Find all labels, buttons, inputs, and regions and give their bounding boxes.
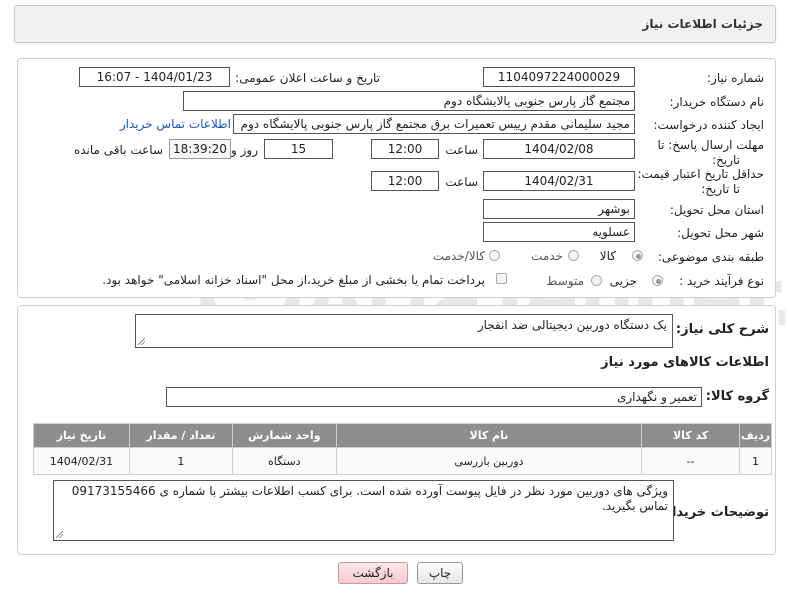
- resize-handle-icon: [138, 338, 145, 345]
- announce-date-field: 1404/01/23 - 16:07: [79, 67, 230, 87]
- cell-name: دوربین بازرسی: [335, 447, 643, 475]
- description-label: شرح کلی نیاز:: [675, 322, 769, 337]
- category-option-goods: کالا: [599, 249, 616, 263]
- back-button[interactable]: بازگشت: [338, 562, 408, 584]
- col-header-need-date: تاریخ نیاز: [33, 423, 130, 448]
- province-label: استان محل تحویل:: [669, 203, 764, 217]
- price-validity-label-2: تا تاریخ:: [701, 182, 740, 196]
- col-header-code: کد کالا: [641, 423, 741, 448]
- reply-time-label: ساعت: [445, 143, 478, 157]
- days-label: روز و: [231, 143, 258, 157]
- category-option-goods-service: کالا/خدمت: [432, 249, 485, 263]
- price-validity-label: حداقل تاریخ اعتبار قیمت:: [637, 167, 764, 181]
- cell-code: --: [641, 447, 741, 475]
- table-row: 1 -- دوربین بازرسی دستگاه 1 1404/02/31: [33, 447, 772, 475]
- cell-need-date: 1404/02/31: [33, 447, 130, 475]
- buyer-org-field: مجتمع گاز پارس جنوبی پالایشگاه دوم: [183, 91, 635, 111]
- days-remaining-field: 15: [264, 139, 333, 159]
- announce-date-label: تاریخ و ساعت اعلان عمومی:: [235, 71, 380, 85]
- category-option-service: خدمت: [531, 249, 563, 263]
- process-radio-minor[interactable]: [652, 275, 663, 286]
- buyer-notes-field: ویژگی های دوربین مورد نظر در فایل پیوست …: [53, 480, 674, 541]
- price-time-label: ساعت: [445, 175, 478, 189]
- category-radio-goods[interactable]: [632, 250, 643, 261]
- price-time-field: 12:00: [371, 171, 439, 191]
- col-header-row-no: ردیف: [739, 423, 772, 448]
- goods-group-field: تعمیر و نگهداری: [166, 387, 702, 407]
- category-radio-service[interactable]: [568, 250, 579, 261]
- process-option-minor: جزیی: [609, 274, 637, 288]
- reply-deadline-label-2: تاریخ:: [712, 153, 740, 167]
- city-label: شهر محل تحویل:: [677, 226, 764, 240]
- treasury-payment-checkbox[interactable]: [496, 273, 507, 284]
- process-option-medium: متوسط: [546, 274, 584, 288]
- cell-row-no: 1: [739, 447, 772, 475]
- buyer-notes-label: توضیحات خریدار:: [659, 505, 769, 520]
- col-header-unit: واحد شمارش: [231, 423, 337, 448]
- buyer-notes-text: ویژگی های دوربین مورد نظر در فایل پیوست …: [71, 484, 668, 513]
- need-number-label: شماره نیاز:: [707, 71, 764, 85]
- treasury-payment-note: پرداخت تمام یا بخشی از مبلغ خرید،از محل …: [102, 273, 485, 287]
- items-heading: اطلاعات کالاهای مورد نیاز: [601, 355, 769, 370]
- remaining-time-field: 18:39:20: [169, 139, 231, 159]
- process-radio-medium[interactable]: [591, 275, 602, 286]
- print-button[interactable]: چاپ: [417, 562, 463, 584]
- col-header-quantity: تعداد / مقدار: [128, 423, 233, 448]
- creator-field: مجید سلیمانی مقدم رییس تعمیرات برق مجتمع…: [233, 114, 635, 134]
- need-number-field: 1104097224000029: [483, 67, 635, 87]
- table-header-row: ردیف کد کالا نام کالا واحد شمارش تعداد /…: [33, 423, 772, 448]
- col-header-name: نام کالا: [335, 423, 643, 448]
- category-label: طبقه بندی موضوعی:: [657, 250, 764, 264]
- items-table: ردیف کد کالا نام کالا واحد شمارش تعداد /…: [33, 423, 772, 475]
- reply-time-field: 12:00: [371, 139, 439, 159]
- creator-label: ایجاد کننده درخواست:: [653, 118, 764, 132]
- description-field: یک دستگاه دوربین دیجیتالی ضد انفجار: [135, 314, 673, 348]
- category-radio-goods-service[interactable]: [489, 250, 500, 261]
- city-field: عسلویه: [483, 222, 635, 242]
- buyer-org-label: نام دستگاه خریدار:: [669, 95, 765, 109]
- province-field: بوشهر: [483, 199, 635, 219]
- page-title: جزئیات اطلاعات نیاز: [642, 17, 763, 31]
- remaining-time-label: ساعت باقی مانده: [73, 143, 163, 157]
- buyer-contact-link[interactable]: اطلاعات تماس خریدار: [120, 117, 231, 131]
- resize-handle-icon: [56, 531, 63, 538]
- reply-date-field: 1404/02/08: [483, 139, 635, 159]
- page-header: جزئیات اطلاعات نیاز: [14, 5, 776, 43]
- price-date-field: 1404/02/31: [483, 171, 635, 191]
- description-text: یک دستگاه دوربین دیجیتالی ضد انفجار: [477, 318, 667, 332]
- goods-group-label: گروه کالا:: [705, 389, 769, 404]
- process-type-label: نوع فرآیند خرید :: [679, 274, 764, 288]
- cell-quantity: 1: [128, 447, 233, 475]
- cell-unit: دستگاه: [231, 447, 337, 475]
- reply-deadline-label: مهلت ارسال پاسخ: تا: [657, 138, 764, 152]
